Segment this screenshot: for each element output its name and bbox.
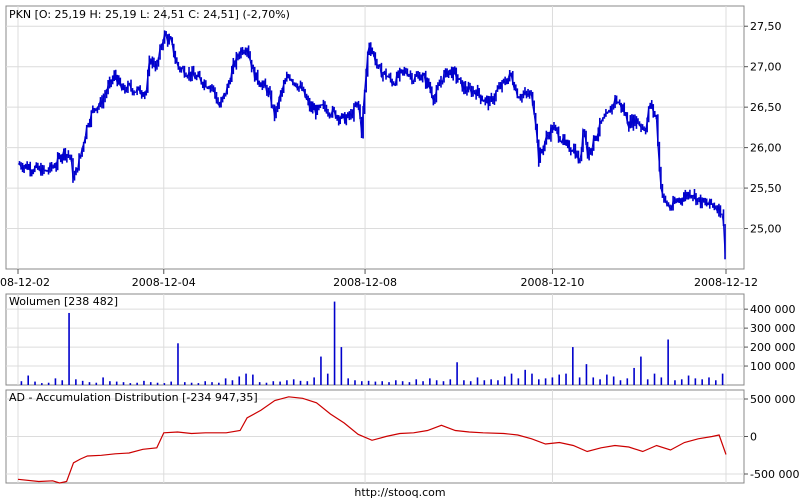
volume-y-tick-label: 300 000 xyxy=(750,322,796,335)
date-tick-label: 2008-12-02 xyxy=(0,276,50,289)
date-tick-label: 2008-12-12 xyxy=(694,276,758,289)
ad-panel-title: AD - Accumulation Distribution [-234 947… xyxy=(9,391,258,404)
date-tick-label: 2008-12-04 xyxy=(132,276,196,289)
price-y-tick-label: 27,50 xyxy=(750,20,782,33)
volume-panel-title: Wolumen [238 482] xyxy=(9,295,118,308)
price-y-tick-label: 26,00 xyxy=(750,142,782,155)
ad-y-tick-label: 0 xyxy=(750,431,757,444)
stock-chart: PKN [O: 25,19 H: 25,19 L: 24,51 C: 24,51… xyxy=(0,5,799,499)
price-panel-frame xyxy=(5,5,745,270)
price-y-tick-label: 25,50 xyxy=(750,182,782,195)
footer-link[interactable]: http://stooq.com xyxy=(354,486,445,499)
date-tick-label: 2008-12-08 xyxy=(333,276,397,289)
price-y-tick-label: 27,00 xyxy=(750,61,782,74)
volume-y-tick-label: 200 000 xyxy=(750,341,796,354)
ad-y-tick-label: 500 000 xyxy=(750,393,796,406)
ad-y-tick-label: -500 000 xyxy=(750,468,799,481)
price-y-tick-label: 26,50 xyxy=(750,101,782,114)
price-y-tick-label: 25,00 xyxy=(750,223,782,236)
volume-y-tick-label: 100 000 xyxy=(750,360,796,373)
price-panel-title: PKN [O: 25,19 H: 25,19 L: 24,51 C: 24,51… xyxy=(9,8,290,21)
date-tick-label: 2008-12-10 xyxy=(521,276,585,289)
volume-y-tick-label: 400 000 xyxy=(750,303,796,316)
